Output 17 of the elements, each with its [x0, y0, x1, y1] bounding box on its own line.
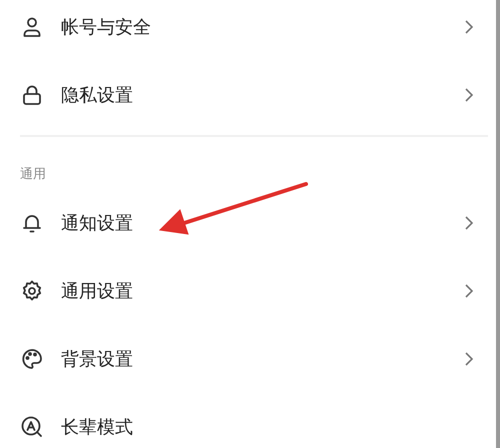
magnifier-icon: [20, 415, 44, 439]
item-label: 帐号与安全: [61, 16, 152, 39]
item-label: 背景设置: [61, 348, 134, 371]
section-header: 通用: [19, 166, 47, 184]
settings-item[interactable]: 通用设置: [0, 257, 496, 325]
settings-item[interactable]: 帐号与安全: [0, 0, 496, 61]
item-label: 通知设置: [61, 212, 134, 235]
lock-icon: [20, 83, 44, 107]
settings-item[interactable]: 背景设置: [0, 325, 496, 393]
palette-icon: [20, 347, 44, 371]
gear-icon: [20, 279, 44, 303]
settings-item[interactable]: 长辈模式: [0, 393, 496, 448]
settings-item[interactable]: 隐私设置: [0, 61, 496, 129]
item-label: 隐私设置: [61, 84, 134, 107]
item-label: 通用设置: [61, 280, 134, 303]
item-label: 长辈模式: [61, 416, 134, 439]
settings-item[interactable]: 通知设置: [0, 189, 496, 257]
